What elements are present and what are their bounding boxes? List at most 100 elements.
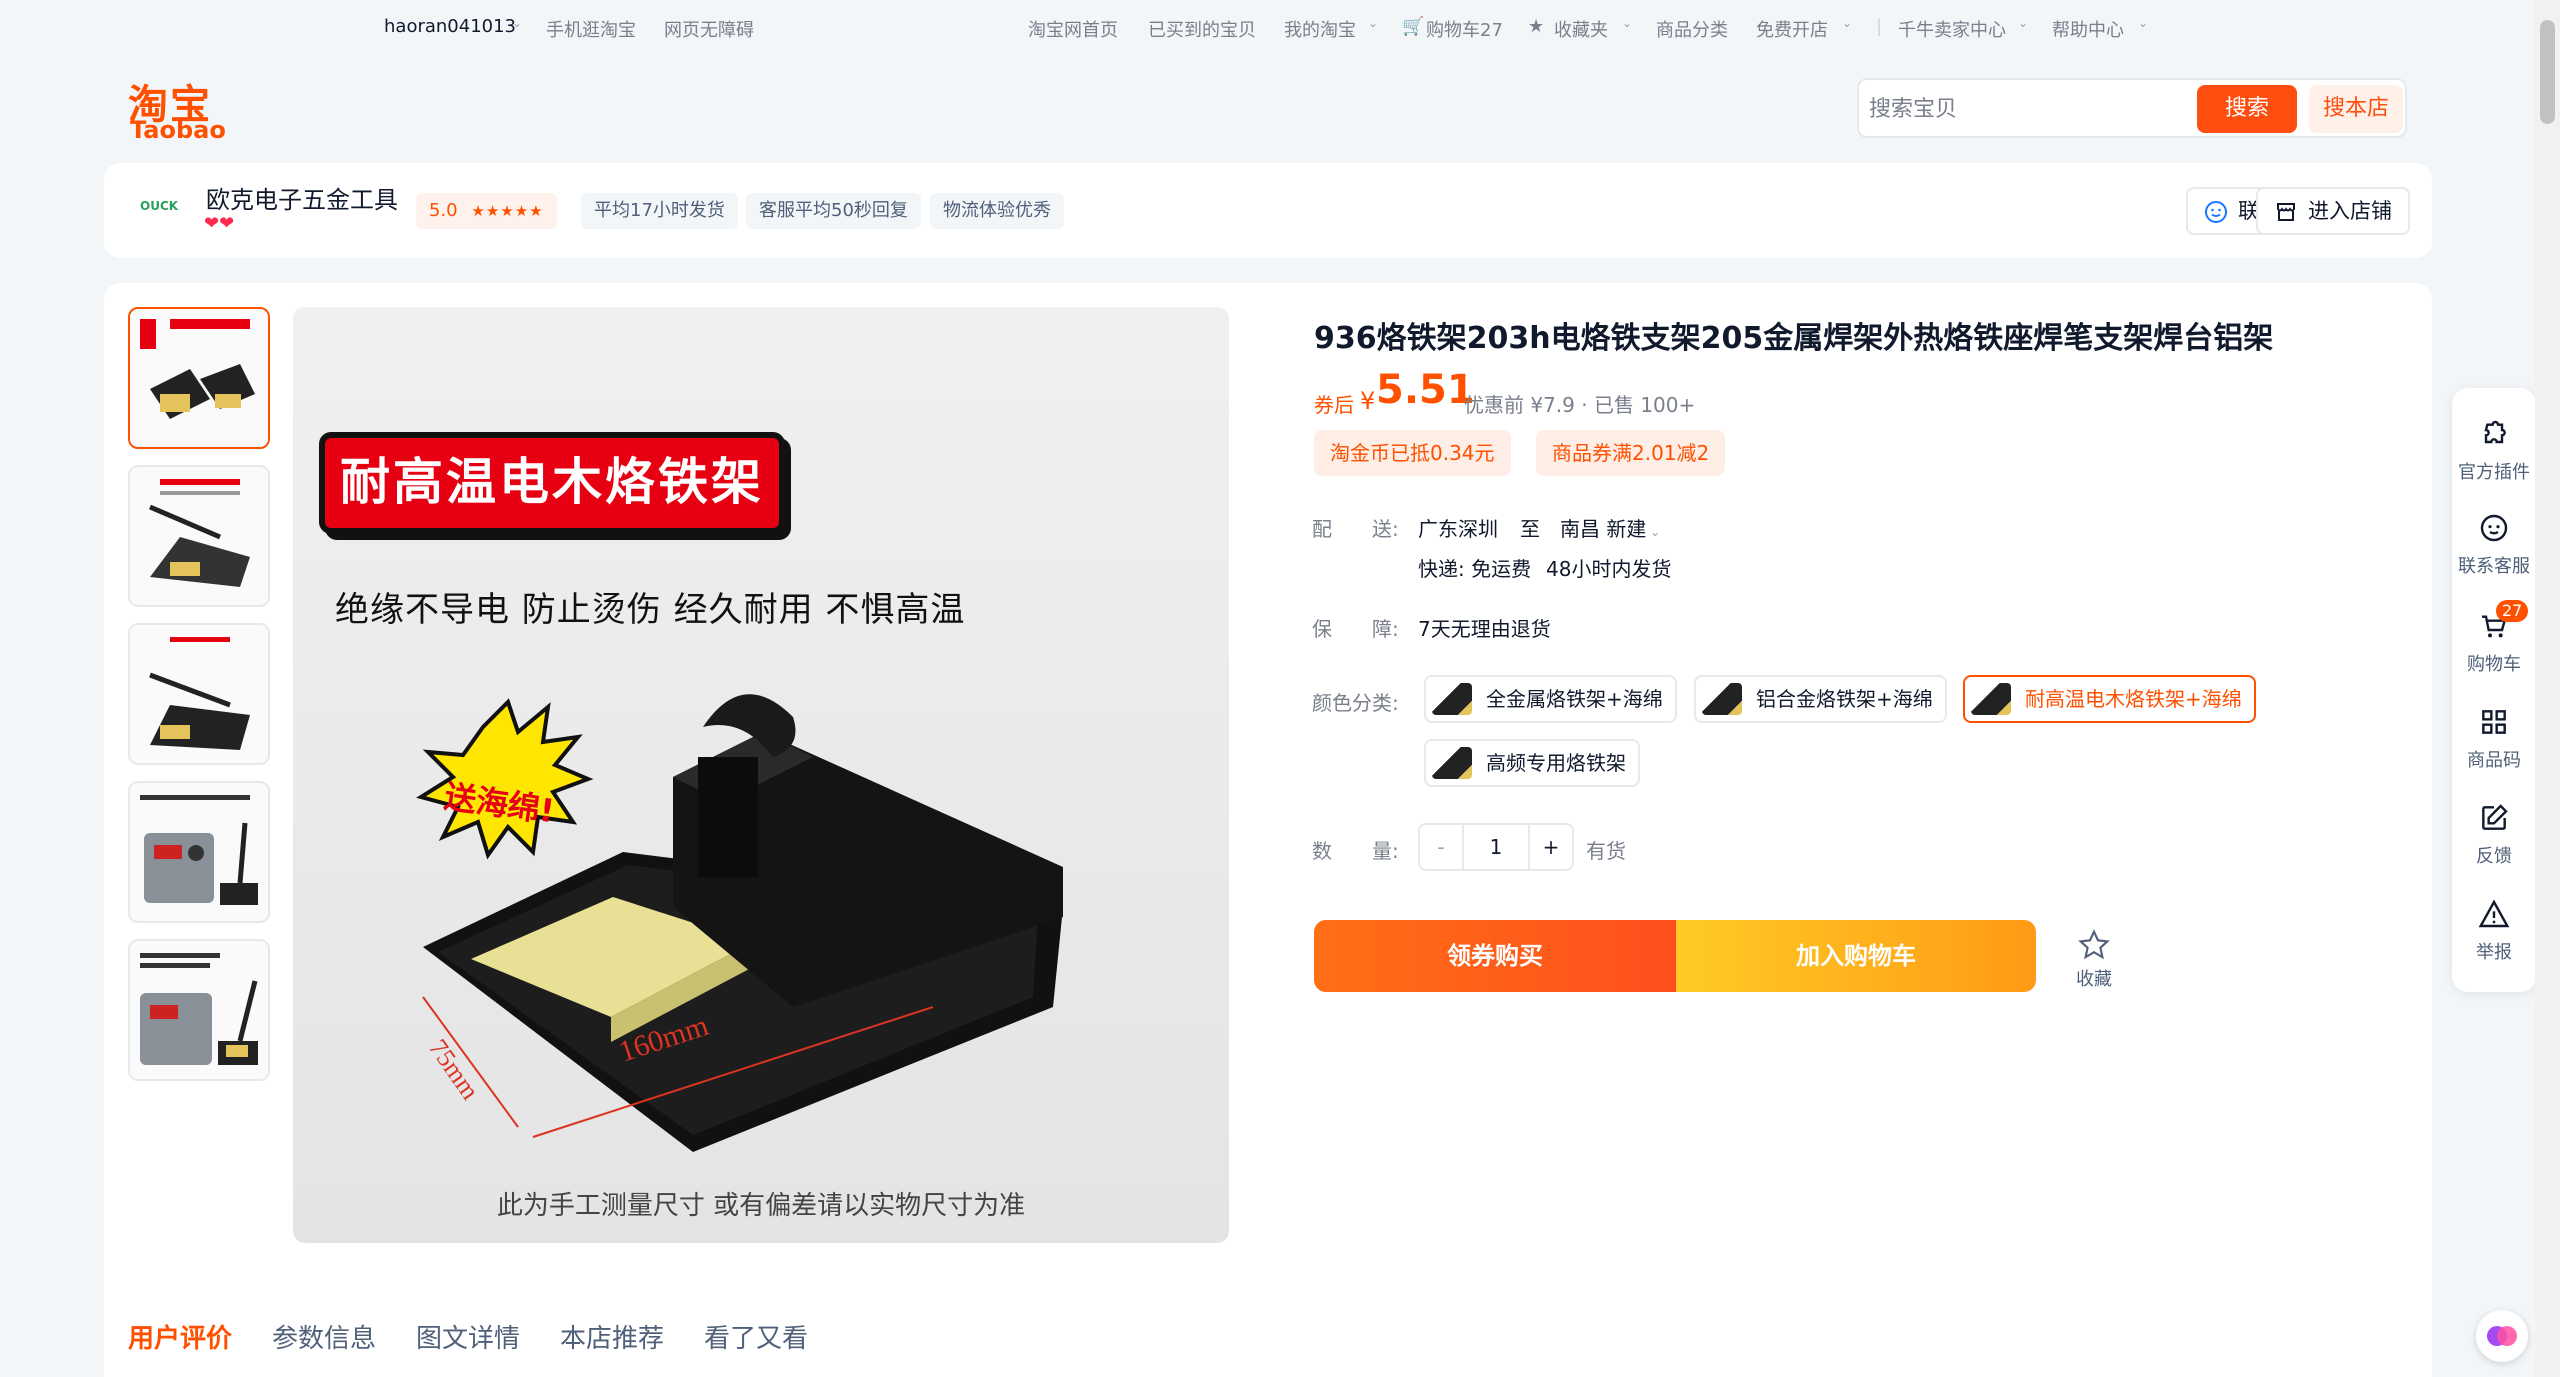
- tab-reviews[interactable]: 用户评价: [128, 1318, 232, 1355]
- page-scrollbar[interactable]: [2535, 0, 2560, 1377]
- thumbnail-1[interactable]: [128, 307, 270, 449]
- taobao-logo[interactable]: 淘宝 Taobao: [128, 72, 228, 146]
- search-box: 搜索 搜本店: [1857, 78, 2407, 138]
- tab-params[interactable]: 参数信息: [272, 1318, 376, 1355]
- tab-also-viewed[interactable]: 看了又看: [704, 1318, 808, 1355]
- guarantee-value[interactable]: 7天无理由退货: [1418, 613, 1551, 642]
- shop-tag-service: 客服平均50秒回复: [746, 193, 921, 229]
- sidebar-item-qrcode[interactable]: 商品码: [2452, 706, 2536, 786]
- product-price: 5.51: [1376, 367, 1475, 413]
- plugin-icon: [2484, 420, 2506, 444]
- sidebar-label: 购物车: [2467, 654, 2521, 675]
- username-link[interactable]: haoran041013: [384, 16, 516, 37]
- delivery-to-word: 至: [1520, 517, 1540, 541]
- tab-shop-recommend[interactable]: 本店推荐: [560, 1318, 664, 1355]
- search-button[interactable]: 搜索: [2197, 85, 2297, 133]
- top-nav-bar: haoran041013 ⌄ 手机逛淘宝 网页无障碍 淘宝网首页 已买到的宝贝 …: [0, 0, 2535, 54]
- star-outline-icon: [2078, 929, 2110, 960]
- add-to-cart-button[interactable]: 加入购物车: [1676, 920, 2036, 992]
- shop-icon: [2277, 203, 2295, 221]
- sku-option-3-selected[interactable]: 耐高温电木烙铁架+海绵: [1963, 675, 2256, 723]
- thumbnail-5[interactable]: [128, 939, 270, 1081]
- sidebar-label: 反馈: [2476, 846, 2512, 867]
- thumbnail-2[interactable]: [128, 465, 270, 607]
- sidebar-item-cart[interactable]: 27 购物车: [2452, 600, 2536, 690]
- edit-icon: [2482, 804, 2508, 830]
- sku-option-4[interactable]: 高频专用烙铁架: [1424, 739, 1640, 787]
- qty-minus-button[interactable]: -: [1420, 825, 1464, 869]
- seller-center-link[interactable]: 千牛卖家中心: [1898, 16, 2006, 42]
- product-thumbnail-image: [130, 467, 268, 605]
- price-label: 券后: [1314, 393, 1354, 417]
- product-title: 936烙铁架203h电烙铁支架205金属焊架外热烙铁座焊笔支架焊台铝架: [1314, 321, 2274, 356]
- thumbnail-4[interactable]: [128, 781, 270, 923]
- coupon-store[interactable]: 商品券满2.01减2: [1536, 430, 1726, 476]
- guarantee-label: 保 障:: [1312, 617, 1399, 641]
- sidebar-item-plugin[interactable]: 官方插件: [2452, 418, 2536, 498]
- delivery-destination[interactable]: 南昌 新建 ⌄: [1560, 513, 1660, 542]
- enter-shop-label: 进入店铺: [2308, 199, 2392, 223]
- logo-subtext: Taobao: [130, 116, 226, 144]
- categories-link[interactable]: 商品分类: [1656, 16, 1728, 42]
- sidebar-item-report[interactable]: 举报: [2452, 898, 2536, 978]
- open-shop-link[interactable]: 免费开店: [1756, 16, 1828, 42]
- tab-details[interactable]: 图文详情: [416, 1318, 520, 1355]
- smile-icon: [2205, 201, 2227, 223]
- cart-icon[interactable]: 🛒: [1402, 16, 1424, 37]
- sku-label: 全金属烙铁架+海绵: [1486, 687, 1663, 711]
- cart-link[interactable]: 购物车27: [1426, 16, 1503, 42]
- sidebar-label: 官方插件: [2458, 462, 2530, 483]
- ship-time: 48小时内发货: [1546, 557, 1672, 581]
- image-banner: 耐高温电木烙铁架: [319, 432, 785, 534]
- search-shop-button[interactable]: 搜本店: [2309, 85, 2403, 133]
- shop-name[interactable]: 欧克电子五金工具: [206, 180, 398, 215]
- right-sidebar: 官方插件 联系客服 27 购物车 商品码 反馈 举报: [2452, 388, 2536, 992]
- sku-label: 高频专用烙铁架: [1486, 751, 1626, 775]
- mobile-taobao-link[interactable]: 手机逛淘宝: [546, 16, 636, 42]
- shop-score-badge: 5.0 ★★★★★: [416, 193, 557, 229]
- rating-stars-icon: ★★★★★: [471, 202, 544, 220]
- shop-info-bar: OUCK 欧克电子五金工具 ❤❤ 5.0 ★★★★★ 平均17小时发货 客服平均…: [104, 163, 2432, 258]
- chevron-down-icon[interactable]: ⌄: [2138, 16, 2148, 30]
- coupon-taojinbi[interactable]: 淘金币已抵0.34元: [1314, 430, 1511, 476]
- qty-input[interactable]: 1: [1464, 825, 1528, 869]
- sku-option-2[interactable]: 铝合金烙铁架+海绵: [1694, 675, 1947, 723]
- divider: |: [1876, 16, 1883, 37]
- shop-logo[interactable]: OUCK: [140, 199, 178, 213]
- sidebar-item-service[interactable]: 联系客服: [2452, 512, 2536, 592]
- accessibility-link[interactable]: 网页无障碍: [664, 16, 754, 42]
- main-product-image[interactable]: 160mm 75mm 送海绵! 耐高温电木烙铁架 绝缘不导电 防止烫伤 经久耐用…: [293, 307, 1229, 1243]
- sku-thumbnail-icon: [1702, 683, 1742, 715]
- sku-option-1[interactable]: 全金属烙铁架+海绵: [1424, 675, 1677, 723]
- help-center-link[interactable]: 帮助中心: [2052, 16, 2124, 42]
- original-price-sold: 优惠前 ¥7.9 · 已售 100+: [1464, 393, 1696, 417]
- delivery-destination-text: 南昌 新建: [1560, 517, 1647, 541]
- taobao-home-link[interactable]: 淘宝网首页: [1028, 16, 1118, 42]
- product-thumbnail-image: [130, 625, 268, 763]
- scrollbar-thumb[interactable]: [2540, 20, 2555, 124]
- enter-shop-button[interactable]: 进入店铺: [2256, 187, 2410, 235]
- chevron-down-icon[interactable]: ⌄: [512, 16, 522, 30]
- product-main-card: 160mm 75mm 送海绵! 耐高温电木烙铁架 绝缘不导电 防止烫伤 经久耐用…: [104, 283, 2432, 1377]
- sku-label: 耐高温电木烙铁架+海绵: [2025, 687, 2242, 711]
- sidebar-item-feedback[interactable]: 反馈: [2452, 802, 2536, 882]
- ai-assistant-button[interactable]: [2476, 1310, 2528, 1362]
- delivery-label: 配 送:: [1312, 517, 1399, 541]
- cart-count-badge: 27: [2496, 600, 2529, 622]
- buy-with-coupon-button[interactable]: 领券购买: [1314, 920, 1676, 992]
- qty-plus-button[interactable]: +: [1528, 825, 1572, 869]
- chevron-down-icon[interactable]: ⌄: [2018, 16, 2028, 30]
- sidebar-label: 举报: [2476, 942, 2512, 963]
- chevron-down-icon[interactable]: ⌄: [1842, 16, 1852, 30]
- assistant-brain-icon: [2487, 1326, 2517, 1346]
- chevron-down-icon[interactable]: ⌄: [1622, 16, 1632, 30]
- favorites-link[interactable]: 收藏夹: [1554, 16, 1608, 42]
- bought-items-link[interactable]: 已买到的宝贝: [1148, 16, 1256, 42]
- thumbnail-3[interactable]: [128, 623, 270, 765]
- chevron-down-icon[interactable]: ⌄: [1368, 16, 1378, 30]
- search-input[interactable]: [1869, 90, 2199, 128]
- favorite-button[interactable]: 收藏: [2064, 923, 2124, 993]
- my-taobao-link[interactable]: 我的淘宝: [1284, 16, 1356, 42]
- stock-status: 有货: [1586, 839, 1626, 863]
- delivery-from: 广东深圳: [1418, 517, 1498, 541]
